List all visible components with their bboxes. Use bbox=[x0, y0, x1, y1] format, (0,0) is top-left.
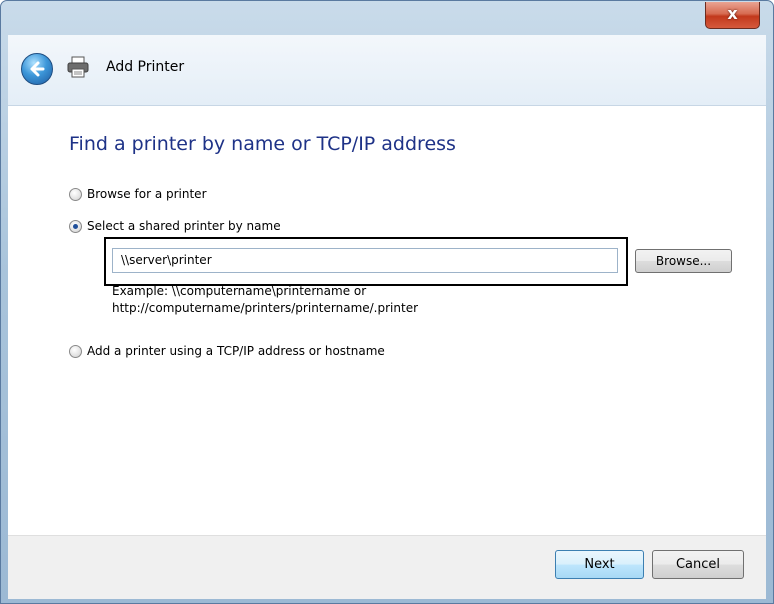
option-label: Select a shared printer by name bbox=[87, 219, 281, 233]
option-browse-printer[interactable]: Browse for a printer bbox=[69, 187, 207, 201]
next-button[interactable]: Next bbox=[555, 550, 644, 579]
wizard-footer: Next Cancel bbox=[8, 535, 766, 599]
close-button[interactable]: x bbox=[705, 2, 760, 29]
wizard-header: Add Printer bbox=[8, 35, 766, 106]
browse-button[interactable]: Browse... bbox=[635, 249, 732, 273]
option-tcpip-printer[interactable]: Add a printer using a TCP/IP address or … bbox=[69, 344, 385, 358]
example-line-2: http://computername/printers/printername… bbox=[112, 301, 419, 315]
back-button[interactable] bbox=[21, 53, 53, 85]
add-printer-window: x Add Printer Find a printer by name or … bbox=[0, 0, 774, 604]
page-title: Find a printer by name or TCP/IP address bbox=[69, 133, 456, 155]
radio-tcpip-printer[interactable] bbox=[69, 344, 82, 358]
window-title: Add Printer bbox=[106, 59, 185, 75]
printer-name-field[interactable]: \\server\printer bbox=[112, 248, 618, 273]
example-line-1: Example: \\computername\printername or bbox=[112, 286, 367, 298]
radio-shared-printer[interactable] bbox=[69, 219, 82, 233]
back-arrow-icon bbox=[30, 61, 45, 77]
printer-icon bbox=[67, 56, 89, 78]
cancel-button[interactable]: Cancel bbox=[652, 550, 744, 579]
wizard-content: Find a printer by name or TCP/IP address… bbox=[8, 106, 766, 535]
example-hint: Example: \\computername\printername or h… bbox=[112, 286, 418, 322]
option-label: Browse for a printer bbox=[87, 187, 207, 201]
radio-browse-printer[interactable] bbox=[69, 187, 82, 201]
option-label: Add a printer using a TCP/IP address or … bbox=[87, 344, 385, 358]
close-icon: x bbox=[727, 4, 738, 23]
option-shared-printer[interactable]: Select a shared printer by name bbox=[69, 219, 281, 233]
